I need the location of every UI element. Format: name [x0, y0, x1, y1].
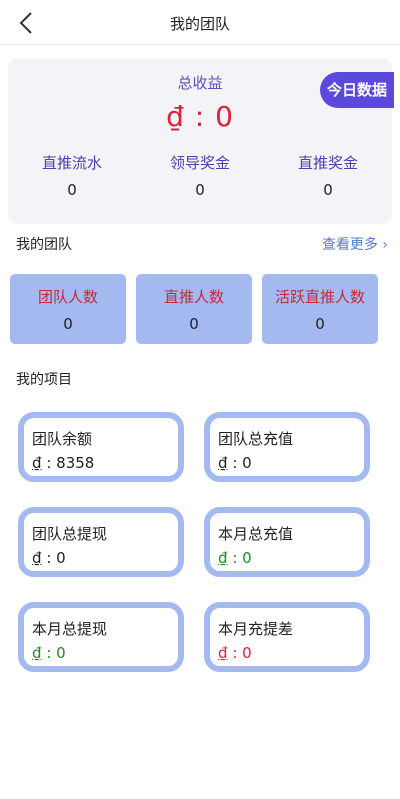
project-value: ₫ : 0 [32, 644, 66, 662]
my-team-heading: 我的团队 [16, 237, 72, 253]
stat-label: 领导奖金 [169, 154, 230, 172]
project-label: 本月总提现 [32, 620, 108, 638]
tile-value: 0 [315, 315, 325, 333]
tile-label: 活跃直推人数 [274, 288, 365, 306]
stat-direct-bonus: 直推奖金 0 [264, 152, 392, 199]
project-amount: : 0 [232, 454, 252, 472]
project-amount: : 0 [232, 644, 252, 662]
stat-value: 0 [323, 181, 333, 199]
project-card: 本月总提现 ₫ : 0 [18, 602, 184, 672]
my-projects-heading: 我的项目 [16, 372, 72, 388]
stat-value: 0 [67, 181, 77, 199]
project-label: 团队余额 [32, 430, 93, 448]
currency-symbol: ₫ [32, 549, 42, 567]
tile-label: 直推人数 [163, 288, 224, 306]
project-amount: : 0 [232, 549, 252, 567]
project-card: 团队总提现 ₫ : 0 [18, 507, 184, 577]
stat-label: 直推奖金 [297, 154, 358, 172]
project-label: 本月充提差 [218, 620, 294, 638]
tile-value: 0 [63, 315, 73, 333]
stat-direct-flow: 直推流水 0 [8, 152, 136, 199]
see-more-link[interactable]: 查看更多 › [322, 234, 388, 254]
page-title: 我的团队 [169, 15, 230, 33]
top-bar: 我的团队 [0, 0, 400, 45]
team-size-tile[interactable]: 团队人数 0 [10, 274, 126, 344]
project-value: ₫ : 0 [32, 549, 66, 567]
currency-symbol: ₫ [218, 549, 228, 567]
project-value: ₫ : 8358 [32, 454, 94, 472]
project-label: 本月总充值 [218, 525, 294, 543]
currency-symbol: ₫ [218, 644, 228, 662]
project-card: 本月充提差 ₫ : 0 [204, 602, 370, 672]
stat-leader-bonus: 领导奖金 0 [136, 152, 264, 199]
chevron-right-icon: › [377, 237, 388, 253]
project-card: 团队余额 ₫ : 8358 [18, 412, 184, 482]
project-label: 团队总充值 [218, 430, 294, 448]
today-data-button[interactable]: 今日数据 [320, 72, 394, 108]
active-direct-referrals-tile[interactable]: 活跃直推人数 0 [262, 274, 378, 344]
project-amount: : 0 [46, 549, 66, 567]
project-amount: : 0 [46, 644, 66, 662]
project-card: 团队总充值 ₫ : 0 [204, 412, 370, 482]
stat-label: 直推流水 [41, 154, 102, 172]
project-card: 本月总充值 ₫ : 0 [204, 507, 370, 577]
project-label: 团队总提现 [32, 525, 108, 543]
direct-referrals-tile[interactable]: 直推人数 0 [136, 274, 252, 344]
currency-symbol: ₫ [32, 644, 42, 662]
project-value: ₫ : 0 [218, 454, 252, 472]
project-value: ₫ : 0 [218, 644, 252, 662]
tile-label: 团队人数 [37, 288, 98, 306]
project-amount: : 8358 [46, 454, 95, 472]
currency-symbol: ₫ [218, 454, 228, 472]
currency-symbol: ₫ [32, 454, 42, 472]
project-value: ₫ : 0 [218, 549, 252, 567]
earnings-summary-card: 总收益 ₫ : 0 今日数据 直推流水 0 领导奖金 0 直推奖金 0 [8, 58, 394, 224]
tile-value: 0 [189, 315, 199, 333]
stat-value: 0 [195, 181, 205, 199]
see-more-label: 查看更多 [321, 237, 378, 253]
